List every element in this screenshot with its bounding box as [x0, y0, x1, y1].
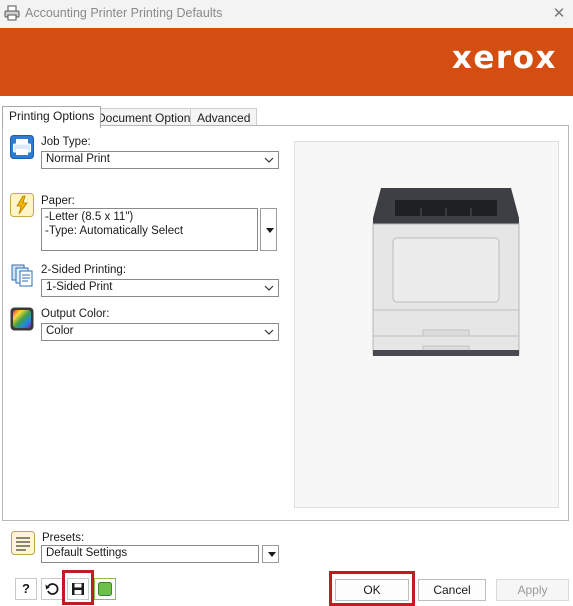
presets-icon — [11, 531, 35, 555]
printer-icon — [4, 5, 20, 21]
paper-type-line: -Type: Automatically Select — [45, 224, 184, 237]
two-sided-label: 2-Sided Printing: — [41, 264, 127, 276]
undo-icon — [45, 583, 59, 595]
output-color-dropdown[interactable]: Color — [41, 323, 279, 341]
save-button-highlight — [62, 570, 94, 605]
two-sided-dropdown[interactable]: 1-Sided Print — [41, 279, 279, 297]
paper-size-line: -Letter (8.5 x 11") — [45, 211, 134, 223]
paper-options-button[interactable] — [260, 208, 277, 251]
output-color-icon — [10, 307, 34, 331]
cancel-button[interactable]: Cancel — [418, 579, 486, 601]
status-green-icon — [98, 582, 112, 596]
reset-button[interactable] — [41, 578, 63, 600]
presets-menu-button[interactable] — [262, 545, 279, 563]
printer-image — [372, 188, 520, 356]
printer-preview-pane — [294, 141, 559, 508]
ok-button-highlight — [329, 571, 415, 606]
apply-button[interactable]: Apply — [496, 579, 569, 601]
chevron-down-icon — [264, 329, 274, 335]
status-button[interactable] — [94, 578, 116, 600]
two-sided-icon — [11, 264, 33, 287]
job-type-icon — [10, 135, 34, 159]
two-sided-value: 1-Sided Print — [46, 281, 113, 293]
close-icon[interactable]: ✕ — [549, 4, 569, 24]
presets-dropdown[interactable]: Default Settings — [41, 545, 259, 563]
paper-icon — [10, 193, 34, 217]
job-type-dropdown[interactable]: Normal Print — [41, 151, 279, 169]
job-type-label: Job Type: — [41, 136, 91, 148]
help-button[interactable]: ? — [15, 578, 37, 600]
chevron-down-icon — [264, 285, 274, 291]
paper-label: Paper: — [41, 195, 75, 207]
title-bar: Accounting Printer Printing Defaults ✕ — [0, 0, 573, 28]
presets-label: Presets: — [42, 532, 85, 544]
presets-value: Default Settings — [46, 547, 128, 559]
tab-printing-options[interactable]: Printing Options — [2, 106, 102, 128]
help-icon: ? — [22, 581, 30, 596]
dropdown-arrow-icon — [268, 552, 276, 557]
window-title: Accounting Printer Printing Defaults — [25, 6, 223, 20]
paper-summary-box[interactable]: -Letter (8.5 x 11") -Type: Automatically… — [41, 208, 258, 251]
output-color-value: Color — [46, 325, 74, 337]
job-type-value: Normal Print — [46, 153, 110, 165]
xerox-logo: xerox — [451, 40, 557, 76]
chevron-down-icon — [264, 157, 274, 163]
brand-banner: xerox — [0, 28, 573, 96]
dropdown-arrow-icon — [266, 228, 274, 233]
output-color-label: Output Color: — [41, 308, 110, 320]
